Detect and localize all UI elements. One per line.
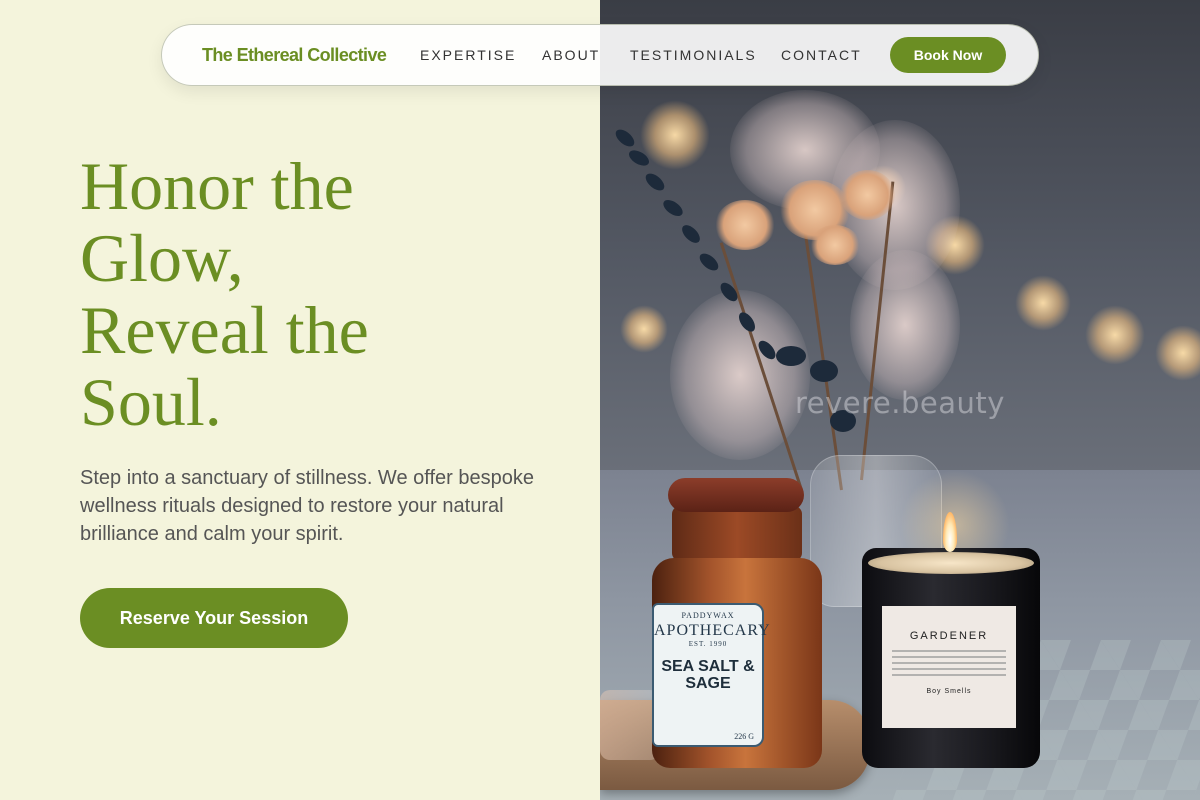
dried-flower (715, 200, 775, 250)
jar-lid (668, 478, 804, 512)
candle-label-brand: Boy Smells (926, 688, 972, 695)
hero-title-line: Honor the (80, 148, 354, 224)
nav-link-expertise[interactable]: EXPERTISE (420, 47, 516, 63)
dried-flower (840, 170, 895, 220)
nav-link-testimonials[interactable]: TESTIMONIALS (630, 47, 757, 63)
candle-label-name: GARDENER (909, 630, 989, 642)
hero-subtitle: Step into a sanctuary of stillness. We o… (80, 467, 534, 545)
bokeh-light (640, 100, 710, 170)
dried-flower (810, 225, 860, 265)
hero-title-line: Glow, (80, 220, 244, 296)
top-nav: The Ethereal Collective EXPERTISE ABOUT … (161, 24, 1039, 86)
candle: GARDENER Boy Smells (862, 548, 1040, 768)
jar-label-weight: 226 G (734, 732, 754, 741)
candle-wax (868, 552, 1034, 574)
jar-label-scent: SEA SALT & SAGE (661, 658, 755, 692)
watermark: revere.beauty (795, 386, 1005, 420)
pampas-plume (850, 250, 960, 400)
reserve-session-button[interactable]: Reserve Your Session (80, 588, 348, 648)
hero-title-line: Soul. (80, 364, 222, 440)
hero-title: Honor the Glow, Reveal the Soul. (80, 150, 540, 438)
jar-label: PADDYWAX APOTHECARY EST. 1990 SEA SALT &… (652, 603, 771, 747)
brand-logo[interactable]: The Ethereal Collective (202, 45, 387, 66)
glass-ornament (600, 690, 660, 760)
jar-neck (672, 506, 802, 561)
nav-link-about[interactable]: ABOUT (542, 47, 600, 63)
eucalyptus-leaf (776, 346, 806, 366)
candle-label: GARDENER Boy Smells (882, 606, 1016, 728)
book-now-button[interactable]: Book Now (890, 37, 1006, 73)
eucalyptus-leaf (810, 360, 838, 382)
hero-title-line: Reveal the (80, 292, 369, 368)
bokeh-light (1015, 275, 1071, 331)
candle-label-text-lines (892, 650, 1006, 676)
apothecary-jar: PADDYWAX APOTHECARY EST. 1990 SEA SALT &… (652, 478, 822, 768)
bokeh-light (1085, 305, 1145, 365)
hero-photo: PADDYWAX APOTHECARY EST. 1990 SEA SALT &… (600, 0, 1200, 800)
jar-label-est: EST. 1990 (688, 640, 728, 648)
nav-link-contact[interactable]: CONTACT (781, 47, 862, 63)
jar-label-brand: PADDYWAX (681, 611, 735, 620)
bokeh-light (620, 305, 668, 353)
jar-label-name: APOTHECARY (654, 622, 771, 639)
